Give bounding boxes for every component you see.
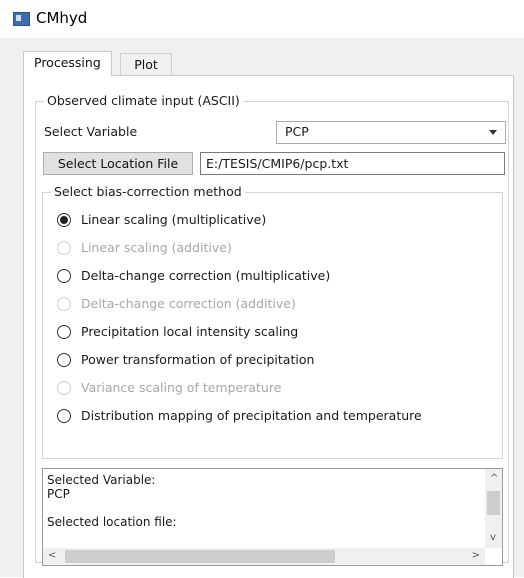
tab-processing[interactable]: Processing — [23, 51, 112, 76]
select-location-file-button[interactable]: Select Location File — [43, 152, 193, 175]
radio-unchecked-icon — [57, 241, 71, 255]
radio-label: Delta-change correction (additive) — [81, 296, 296, 311]
radio-label: Delta-change correction (multiplicative) — [81, 268, 331, 283]
radio-unchecked-icon — [57, 297, 71, 311]
app-window-icon — [13, 12, 30, 26]
vertical-scroll-thumb[interactable] — [487, 491, 500, 515]
scroll-right-icon[interactable]: > — [472, 551, 480, 561]
radio-label: Power transformation of precipitation — [81, 352, 315, 367]
radio-label: Linear scaling (additive) — [81, 240, 232, 255]
radio-unchecked-icon — [57, 409, 71, 423]
log-line: Selected location file: — [47, 515, 177, 527]
window-title: CMhyd — [36, 9, 88, 27]
radio-label: Precipitation local intensity scaling — [81, 324, 299, 339]
title-bar: CMhyd — [0, 0, 524, 38]
tab-plot[interactable]: Plot — [120, 53, 172, 76]
radio-unchecked-icon — [57, 381, 71, 395]
scroll-up-icon[interactable]: ^ — [490, 474, 498, 484]
observed-climate-legend: Observed climate input (ASCII) — [44, 93, 243, 108]
radio-unchecked-icon — [57, 325, 71, 339]
window-client-area: Processing Plot Observed climate input (… — [0, 38, 524, 578]
horizontal-scrollbar[interactable]: < > — [43, 548, 485, 565]
horizontal-scroll-thumb[interactable] — [65, 550, 335, 563]
select-variable-label: Select Variable — [44, 124, 138, 139]
scroll-down-icon[interactable]: v — [490, 533, 496, 543]
radio-label: Distribution mapping of precipitation an… — [81, 408, 422, 423]
radio-unchecked-icon — [57, 269, 71, 283]
location-file-path-field[interactable]: E:/TESIS/CMIP6/pcp.txt — [200, 152, 505, 175]
radio-label: Linear scaling (multiplicative) — [81, 212, 267, 227]
variable-select[interactable]: PCP — [276, 121, 506, 144]
scroll-left-icon[interactable]: < — [48, 551, 56, 561]
variable-select-value: PCP — [285, 124, 309, 139]
vertical-scrollbar[interactable]: ^ v — [485, 469, 502, 548]
log-line: Selected Variable: — [47, 473, 156, 487]
observed-climate-group: Observed climate input (ASCII) Select Va… — [35, 93, 509, 566]
radio-unchecked-icon — [57, 353, 71, 367]
radio-label: Variance scaling of temperature — [81, 380, 282, 395]
radio-checked-icon — [57, 213, 71, 227]
bias-correction-legend: Select bias-correction method — [51, 184, 245, 199]
log-line: PCP — [47, 487, 70, 501]
output-log[interactable]: Selected Variable: PCP Selected location… — [42, 468, 503, 566]
chevron-down-icon — [489, 130, 497, 135]
bias-correction-group: Select bias-correction method Linear sca… — [42, 184, 503, 459]
processing-panel: Observed climate input (ASCII) Select Va… — [23, 75, 514, 578]
